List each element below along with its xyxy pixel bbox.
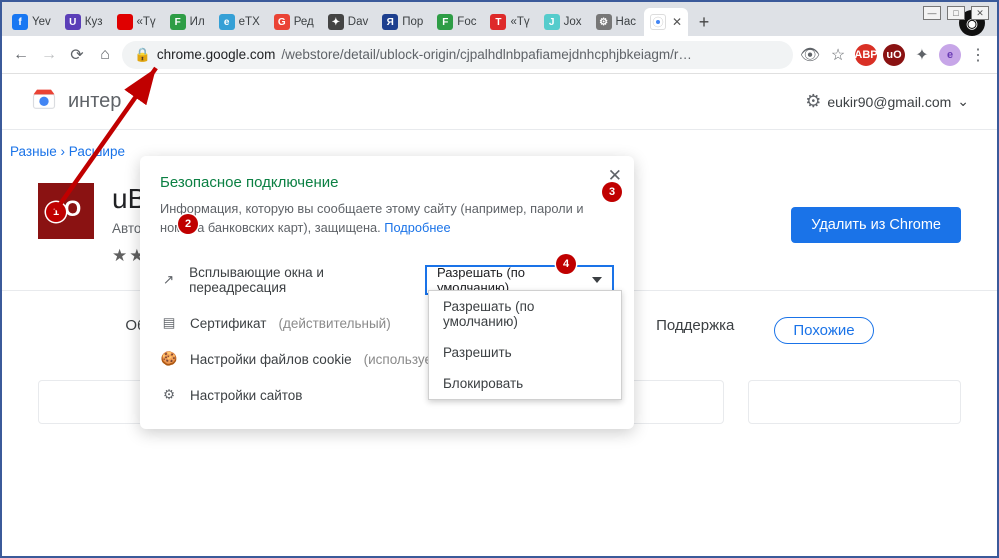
tab-strip: fYev UКуз «Тү FИл еeTX GРед ✦Dav ЯПор FF… — [2, 2, 997, 36]
favicon-icon — [117, 14, 133, 30]
annotation-badge-4: 4 — [556, 254, 576, 274]
related-card[interactable] — [748, 380, 961, 424]
row-cookie-label: Настройки файлов cookie — [190, 352, 352, 367]
row-sites-label: Настройки сайтов — [190, 388, 302, 403]
tab-label: Ред — [294, 16, 314, 28]
annotation-arrow — [38, 60, 178, 220]
tab[interactable]: T «Тү — [484, 8, 535, 36]
menu-dots-icon[interactable]: ⋮ — [967, 44, 989, 66]
dropdown-option[interactable]: Разрешать (по умолчанию) — [429, 291, 621, 337]
tab[interactable]: F Foc — [431, 8, 482, 36]
address-bar[interactable]: 🔒 chrome.google.com/webstore/detail/ublo… — [122, 41, 793, 69]
tab-close-icon[interactable]: ✕ — [672, 15, 682, 29]
row-popups-label: Всплывающие окна и переадресация — [189, 265, 413, 295]
tab-active[interactable]: ✕ — [644, 8, 688, 36]
favicon-icon: е — [219, 14, 235, 30]
gear-icon: ⚙ — [160, 387, 178, 403]
annotation-badge-2: 2 — [178, 214, 198, 234]
tab[interactable]: ⚙ Нас — [590, 8, 642, 36]
tab-label: Куз — [85, 16, 103, 28]
extensions-puzzle-icon[interactable]: ✦ — [911, 44, 933, 66]
tab[interactable]: U Куз — [59, 8, 109, 36]
remove-from-chrome-button[interactable]: Удалить из Chrome — [791, 207, 961, 243]
dropdown-option[interactable]: Блокировать — [429, 368, 621, 399]
window-controls: — □ ✕ — [923, 6, 989, 20]
tab[interactable]: G Ред — [268, 8, 320, 36]
tab-label: Ил — [190, 16, 205, 28]
user-email[interactable]: eukir90@gmail.com — [827, 94, 951, 110]
tab-label: Yev — [32, 16, 51, 28]
tab[interactable]: «Тү — [111, 8, 162, 36]
bookmark-star-icon[interactable]: ☆ — [827, 44, 849, 66]
certificate-icon: ▤ — [160, 315, 178, 331]
external-link-icon: ↗ — [160, 272, 177, 288]
favicon-icon: ⚙ — [596, 14, 612, 30]
learn-more-link[interactable]: Подробнее — [384, 220, 450, 235]
maximize-button[interactable]: □ — [947, 6, 965, 20]
favicon-icon: T — [490, 14, 506, 30]
favicon-icon: J — [544, 14, 560, 30]
permission-dropdown: Разрешать (по умолчанию) Разрешить Блоки… — [428, 290, 622, 400]
row-cert-label: Сертификат — [190, 316, 266, 331]
popup-title: Безопасное подключение — [160, 174, 614, 191]
tab-label: «Тү — [137, 16, 156, 28]
chrome-icon — [650, 14, 666, 30]
dropdown-option[interactable]: Разрешить — [429, 337, 621, 368]
tab-related[interactable]: Похожие — [774, 317, 873, 344]
tab[interactable]: f Yev — [6, 8, 57, 36]
favicon-icon: F — [170, 14, 186, 30]
url-path: /webstore/detail/ublock-origin/cjpalhdln… — [281, 47, 691, 62]
extension-ublock-icon[interactable]: uO — [883, 44, 905, 66]
incognito-eye-icon[interactable]: 👁 — [799, 44, 821, 66]
favicon-icon: ✦ — [328, 14, 344, 30]
tab[interactable]: Я Пор — [376, 8, 429, 36]
tab-label: Dav — [348, 16, 368, 28]
extension-abp-icon[interactable]: ABP — [855, 44, 877, 66]
tab-support[interactable]: Поддержка — [656, 317, 734, 344]
tab-label: Пор — [402, 16, 423, 28]
minimize-button[interactable]: — — [923, 6, 941, 20]
tab-label: «Тү — [510, 16, 529, 28]
popup-description: Информация, которую вы сообщаете этому с… — [160, 199, 614, 237]
gear-icon[interactable]: ⚙ — [805, 91, 821, 112]
new-tab-button[interactable]: + — [690, 8, 718, 36]
cookie-icon: 🍪 — [160, 351, 178, 367]
favicon-icon: f — [12, 14, 28, 30]
back-button[interactable]: ← — [10, 44, 32, 66]
close-window-button[interactable]: ✕ — [971, 6, 989, 20]
favicon-icon: G — [274, 14, 290, 30]
tab[interactable]: F Ил — [164, 8, 211, 36]
annotation-badge-3: 3 — [602, 182, 622, 202]
favicon-icon: Я — [382, 14, 398, 30]
tab-label: Foc — [457, 16, 476, 28]
tab[interactable]: ✦ Dav — [322, 8, 374, 36]
tab-label: eTX — [239, 16, 260, 28]
favicon-icon: U — [65, 14, 81, 30]
user-avatar-small[interactable]: e — [939, 44, 961, 66]
chevron-down-icon[interactable]: ⌄ — [957, 93, 969, 110]
row-cert-status: (действительный) — [278, 316, 390, 331]
tab-label: Нас — [616, 16, 636, 28]
chevron-down-icon — [592, 277, 602, 283]
favicon-icon: F — [437, 14, 453, 30]
tab-label: Jox — [564, 16, 582, 28]
tab[interactable]: еeTX — [213, 8, 266, 36]
tab[interactable]: J Jox — [538, 8, 588, 36]
